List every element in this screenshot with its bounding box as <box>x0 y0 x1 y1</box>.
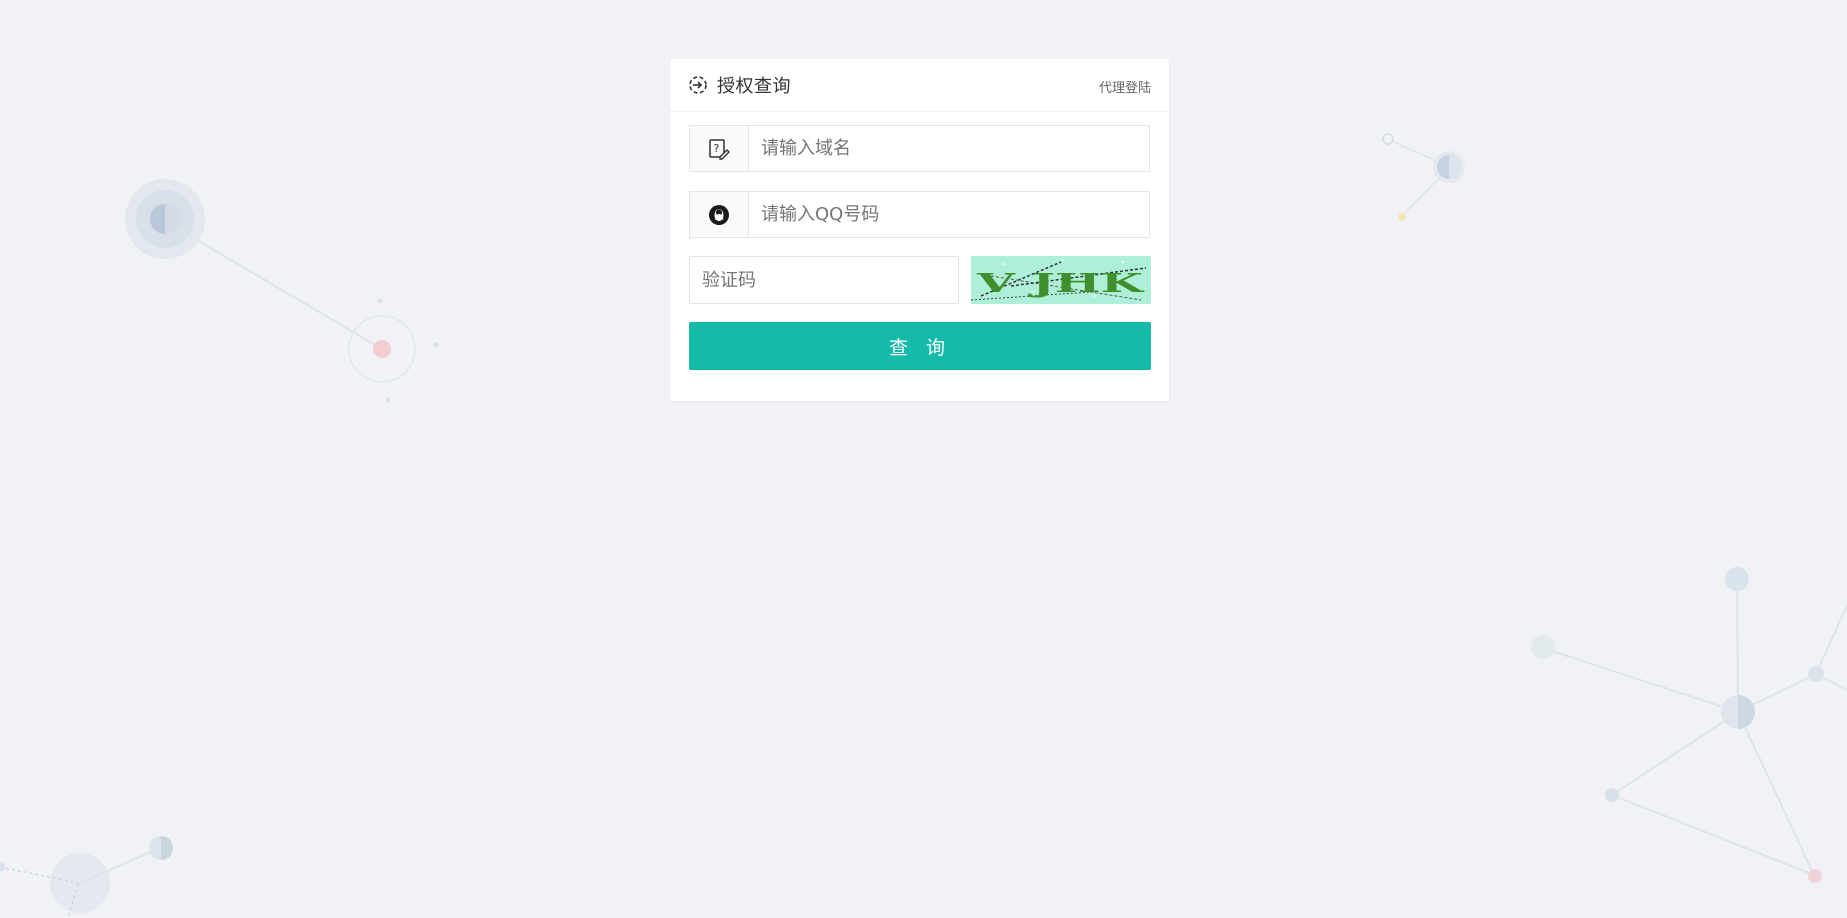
qq-input[interactable] <box>749 192 1149 237</box>
domain-input-group: ? <box>689 125 1150 172</box>
captcha-input[interactable] <box>689 256 959 304</box>
license-query-card: 授权查询 代理登陆 ? * * <box>670 59 1169 401</box>
query-submit-button[interactable]: 查 询 <box>689 322 1151 370</box>
page-title: 授权查询 <box>717 76 791 97</box>
agent-login-link[interactable]: 代理登陆 <box>1099 77 1151 96</box>
domain-edit-icon: ? <box>690 126 749 171</box>
svg-text:*: * <box>1061 257 1065 266</box>
svg-text:*: * <box>1121 259 1125 268</box>
query-icon <box>688 75 708 95</box>
domain-input[interactable] <box>749 126 1149 171</box>
captcha-text: V JHK <box>975 269 1145 299</box>
svg-text:?: ? <box>714 142 720 155</box>
qq-input-group <box>689 191 1150 238</box>
card-header: 授权查询 代理登陆 <box>670 59 1169 112</box>
qq-penguin-icon <box>690 192 749 237</box>
captcha-image[interactable]: * * * * * * V JHK <box>971 256 1151 304</box>
